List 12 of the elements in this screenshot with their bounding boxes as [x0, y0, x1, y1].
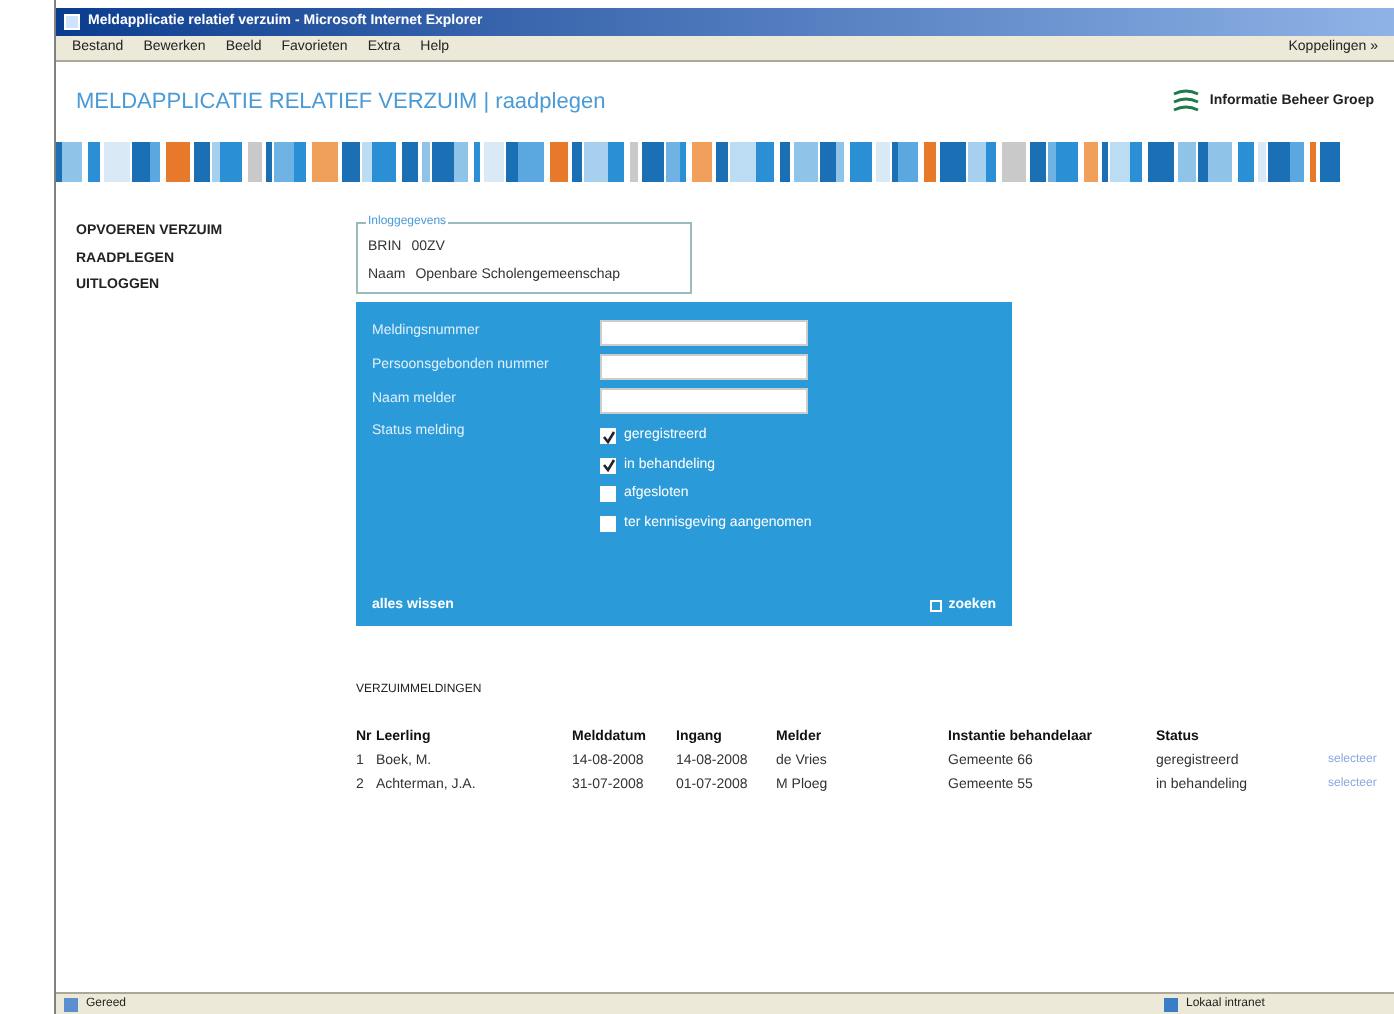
checkbox[interactable] — [600, 428, 616, 445]
checkbox[interactable] — [600, 486, 616, 503]
page-icon — [64, 997, 78, 1011]
input-field[interactable] — [600, 354, 808, 380]
browser-icon — [64, 14, 80, 30]
page-title: MELDAPPLICATIE RELATIEF VERZUIM | raadplegen — [76, 87, 606, 118]
checkbox[interactable] — [600, 515, 616, 532]
input-field[interactable] — [600, 320, 808, 346]
checkbox[interactable] — [600, 457, 616, 474]
intranet-icon — [1164, 997, 1178, 1011]
search-icon — [930, 599, 943, 612]
input-field[interactable] — [600, 388, 808, 414]
